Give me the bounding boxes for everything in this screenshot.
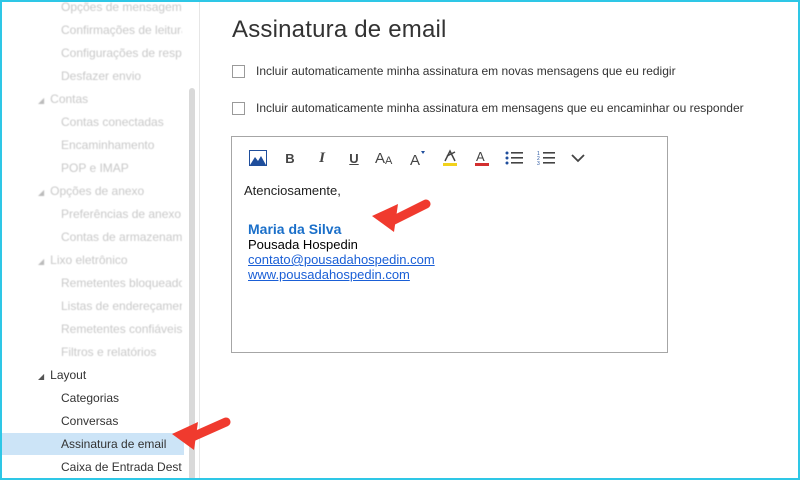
sidebar-item-20[interactable]: Caixa de Entrada Destaques (2, 456, 182, 478)
svg-text:A: A (476, 149, 485, 164)
format-toolbar: B I U A A A A 1 2 3 (242, 147, 594, 169)
font-size-icon: A A (375, 150, 393, 167)
option-reply-forward[interactable]: Incluir automaticamente minha assinatura… (232, 101, 744, 115)
image-icon (249, 150, 267, 166)
sidebar-item-label: POP e IMAP (61, 161, 129, 175)
option-new-messages-label: Incluir automaticamente minha assinatura… (256, 64, 676, 78)
sidebar-item-label: Encaminhamento (61, 138, 155, 152)
signature-website-link[interactable]: www.pousadahospedin.com (248, 267, 435, 282)
highlight-icon (443, 149, 457, 166)
sidebar-item-label: Remetentes confiáveis (61, 322, 182, 336)
underline-button[interactable]: U (338, 147, 370, 169)
numbered-list-icon: 1 2 3 (537, 151, 555, 166)
sidebar-group-16[interactable]: ◢ Layout (2, 364, 182, 386)
sidebar-item-label: Preferências de anexo (61, 207, 182, 221)
sidebar-item-label: Contas de armazenamento (61, 230, 182, 244)
sidebar-item-10[interactable]: Contas de armazenamento (2, 226, 182, 248)
sidebar-item-label: Configurações de resposta (61, 46, 182, 60)
sidebar-item-label: Remetentes bloqueados (61, 276, 182, 290)
sidebar-item-17[interactable]: Categorias (2, 387, 182, 409)
sidebar-item-3[interactable]: Desfazer envio (2, 65, 182, 87)
sidebar-group-4[interactable]: ◢ Contas (2, 88, 182, 110)
insert-image-button[interactable] (242, 147, 274, 169)
sidebar-item-label: Contas (50, 92, 89, 106)
font-size-button[interactable]: A A (370, 147, 402, 169)
page-title: Assinatura de email (232, 16, 447, 43)
sidebar-item-label: Listas de endereçamento (61, 299, 182, 313)
italic-button[interactable]: I (306, 147, 338, 169)
sidebar-item-1[interactable]: Confirmações de leitura (2, 19, 182, 41)
grow-font-icon: A (410, 151, 425, 167)
highlight-button[interactable] (434, 147, 466, 169)
option-new-messages[interactable]: Incluir automaticamente minha assinatura… (232, 64, 676, 78)
sidebar-group-11[interactable]: ◢ Lixo eletrônico (2, 249, 182, 271)
signature-greeting: Atenciosamente, (244, 183, 341, 198)
svg-text:A: A (385, 155, 393, 167)
sidebar-item-label: Opções de anexo (50, 184, 145, 198)
sidebar-item-label: Opções de mensagem (61, 2, 182, 14)
sidebar-item-7[interactable]: POP e IMAP (2, 157, 182, 179)
annotation-arrow-signature (372, 199, 431, 232)
sidebar-item-9[interactable]: Preferências de anexo (2, 203, 182, 225)
sidebar-item-label: Conversas (61, 414, 119, 428)
sidebar-item-label: Desfazer envio (61, 69, 142, 83)
sidebar-item-19[interactable]: Assinatura de email (2, 433, 184, 455)
svg-text:A: A (410, 152, 420, 167)
sidebar-item-2[interactable]: Configurações de resposta (2, 42, 182, 64)
numbered-list-button[interactable]: 1 2 3 (530, 147, 562, 169)
sidebar-divider (199, 2, 200, 478)
sidebar-item-label: Assinatura de email (61, 437, 167, 451)
bold-icon: B (285, 150, 295, 166)
caret-icon: ◢ (38, 257, 45, 266)
sidebar-item-13[interactable]: Listas de endereçamento (2, 295, 182, 317)
sidebar-item-label: Confirmações de leitura (61, 23, 182, 37)
signature-email-link[interactable]: contato@pousadahospedin.com (248, 252, 435, 267)
font-color-button[interactable]: A (466, 147, 498, 169)
sidebar-item-label: Layout (50, 368, 87, 382)
sidebar-item-18[interactable]: Conversas (2, 410, 182, 432)
checkbox-reply-forward[interactable] (232, 101, 245, 115)
sidebar-group-8[interactable]: ◢ Opções de anexo (2, 180, 182, 202)
bold-button[interactable]: B (274, 147, 306, 169)
chevron-down-icon (571, 154, 585, 163)
caret-icon: ◢ (38, 372, 45, 381)
signature-editor[interactable]: B I U A A A A 1 2 3 Atenciosamente, Mari… (231, 136, 668, 353)
caret-icon: ◢ (38, 96, 45, 105)
sidebar-item-label: Lixo eletrônico (50, 253, 128, 267)
sidebar-item-14[interactable]: Remetentes confiáveis (2, 318, 182, 340)
checkbox-new-messages[interactable] (232, 64, 245, 78)
sidebar-item-label: Contas conectadas (61, 115, 164, 129)
svg-text:A: A (375, 150, 385, 167)
annotation-arrow-menu (172, 417, 231, 450)
settings-sidebar: Opções de mensagem Confirmações de leitur… (2, 2, 198, 478)
bullet-list-icon (505, 151, 523, 165)
grow-font-button[interactable]: A (402, 147, 434, 169)
sidebar-item-label: Filtros e relatórios (61, 345, 157, 359)
sidebar-item-15[interactable]: Filtros e relatórios (2, 341, 182, 363)
sidebar-item-label: Categorias (61, 391, 120, 405)
sidebar-item-5[interactable]: Contas conectadas (2, 111, 182, 133)
sidebar-item-0[interactable]: Opções de mensagem (2, 2, 182, 18)
caret-icon: ◢ (38, 188, 45, 197)
sidebar-item-12[interactable]: Remetentes bloqueados (2, 272, 182, 294)
underline-icon: U (349, 150, 359, 166)
sidebar-item-label: Caixa de Entrada Destaques (61, 460, 182, 474)
bullet-list-button[interactable] (498, 147, 530, 169)
svg-text:3: 3 (537, 161, 540, 166)
option-reply-forward-label: Incluir automaticamente minha assinatura… (256, 101, 744, 115)
italic-icon: I (319, 149, 325, 166)
sidebar-item-6[interactable]: Encaminhamento (2, 134, 182, 156)
font-color-icon: A (475, 149, 489, 166)
more-options-button[interactable] (562, 147, 594, 169)
